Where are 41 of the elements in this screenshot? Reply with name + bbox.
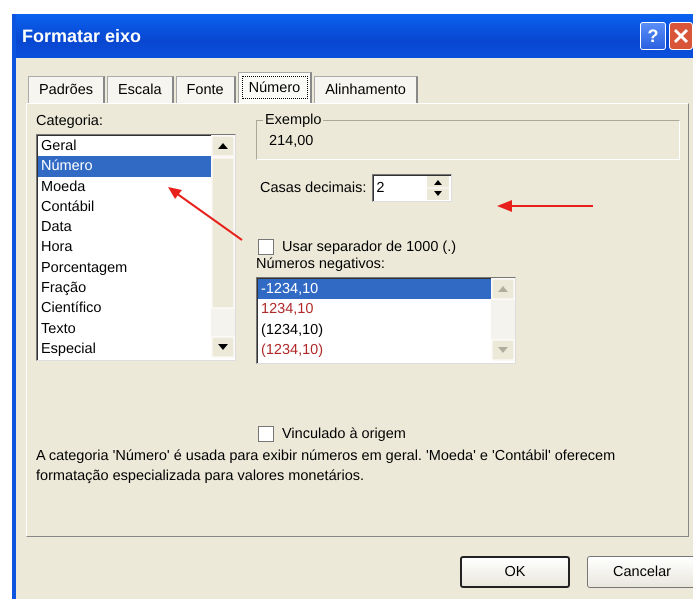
list-item[interactable]: Fração: [38, 278, 211, 298]
list-item[interactable]: Porcentagem: [38, 258, 211, 278]
category-label: Categoria:: [36, 112, 104, 130]
list-item[interactable]: Texto: [38, 318, 211, 339]
checkbox[interactable]: [258, 426, 274, 442]
list-item[interactable]: Geral: [38, 136, 211, 156]
list-item[interactable]: (1234,10): [258, 320, 491, 340]
spin-arrows-icon[interactable]: [427, 176, 450, 200]
negative-numbers-label: Números negativos:: [256, 255, 386, 273]
list-item[interactable]: Científico: [38, 298, 211, 319]
example-label: Exemplo: [263, 112, 324, 128]
list-item[interactable]: Especial: [38, 338, 211, 360]
decimal-places-label: Casas decimais:: [260, 180, 366, 196]
decimal-places-spinner[interactable]: 2: [372, 174, 452, 202]
example-value: 214,00: [269, 133, 314, 149]
category-list[interactable]: Geral Número Moeda Contábil Data Hora Porcentagem Fração Científico Texto Especial: [36, 134, 236, 361]
list-item[interactable]: 1234,10: [258, 299, 491, 320]
tab[interactable]: Número: [238, 72, 312, 103]
description-text: A categoria 'Número' é usada para exibir números em geral. 'Moeda' e 'Contábil' oferecem formatação especializada para valores monetários.: [36, 447, 616, 486]
close-icon[interactable]: [669, 22, 693, 50]
help-button[interactable]: ?: [640, 22, 666, 50]
cancel-button[interactable]: Cancelar: [587, 556, 693, 588]
checkbox-label: Usar separador de 1000 (.): [282, 239, 456, 255]
scrollbar-drawing[interactable]: [491, 278, 515, 361]
tab[interactable]: Escala: [107, 76, 174, 103]
negative-numbers-list[interactable]: -1234,10 1234,10 (1234,10) (1234,10): [256, 277, 516, 364]
list-item[interactable]: (1234,10): [258, 340, 491, 360]
list-item[interactable]: Número: [38, 156, 211, 177]
window-title: Formatar eixo: [22, 26, 142, 46]
ok-button[interactable]: OK: [460, 556, 570, 588]
tab[interactable]: Alinhamento: [314, 76, 418, 103]
list-item[interactable]: Moeda: [38, 176, 211, 197]
tab[interactable]: Padrões: [28, 76, 106, 103]
scrollbar-drawing[interactable]: [211, 135, 235, 358]
list-item[interactable]: -1234,10: [258, 279, 491, 300]
list-item[interactable]: Data: [38, 217, 211, 238]
checkbox[interactable]: [258, 239, 274, 255]
list-item[interactable]: Contábil: [38, 196, 211, 218]
list-item[interactable]: Hora: [38, 237, 211, 258]
checkbox-label: Vinculado à origem: [282, 426, 406, 442]
tab[interactable]: Fonte: [176, 76, 236, 103]
